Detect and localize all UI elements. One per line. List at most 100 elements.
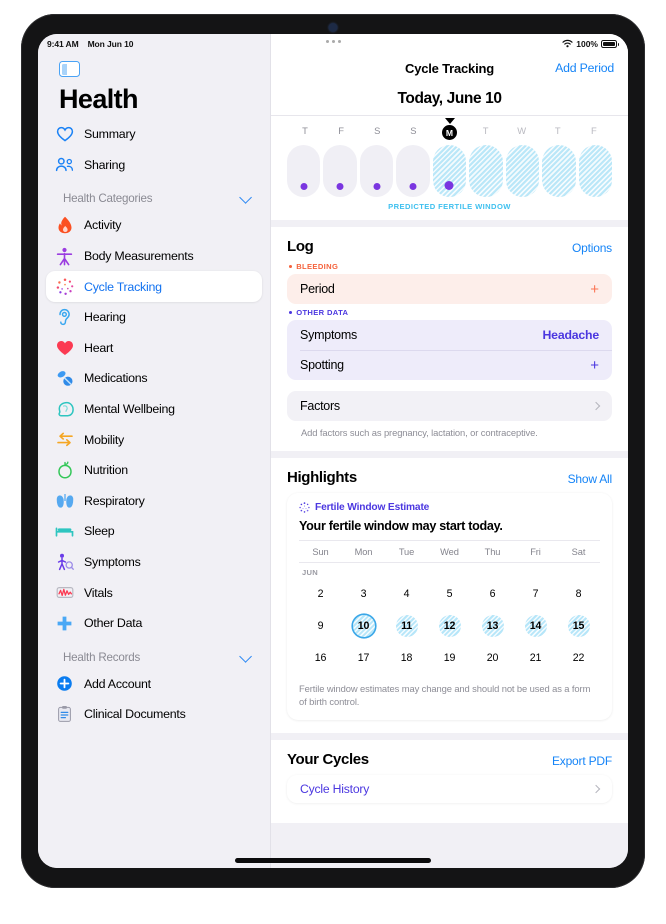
arrows-mobility-icon <box>55 430 74 449</box>
clipboard-icon <box>55 705 74 724</box>
calendar-day: 5 <box>446 588 453 600</box>
sidebar-item-mobility[interactable]: Mobility <box>46 424 262 455</box>
your-cycles-section: Your Cycles Export PDF Cycle History <box>271 739 628 823</box>
calendar-cell[interactable]: 5 <box>428 579 471 609</box>
fertile-window-card[interactable]: Fertile Window Estimate Your fertile win… <box>287 493 612 720</box>
cycle-dots-small-icon <box>299 502 310 513</box>
sidebar-item-nutrition[interactable]: Nutrition <box>46 455 262 486</box>
calendar-cell[interactable]: 17 <box>342 643 385 673</box>
show-all-button[interactable]: Show All <box>568 472 613 486</box>
sidebar-toggle-icon[interactable] <box>59 61 80 77</box>
calendar-cell[interactable]: 22 <box>557 643 600 673</box>
sidebar-item-clinical-documents[interactable]: Clinical Documents <box>46 699 262 730</box>
calendar-cell[interactable]: 3 <box>342 579 385 609</box>
flame-icon <box>55 216 74 235</box>
calendar-cell[interactable]: 7 <box>514 579 557 609</box>
calendar-cell[interactable]: 6 <box>471 579 514 609</box>
log-row-value: Headache <box>542 328 600 342</box>
cycle-strip-day-pill[interactable] <box>578 145 612 197</box>
sidebar-item-label: Summary <box>84 127 136 142</box>
today-triangle-icon <box>444 118 455 124</box>
calendar-cell[interactable]: 10 <box>342 611 385 641</box>
cycle-strip-day-pill[interactable] <box>396 145 430 197</box>
cycle-strip-day-pill[interactable] <box>542 145 576 197</box>
calendar-day-today: 10 <box>352 615 375 637</box>
calendar-weekday-header: Sat <box>571 547 586 557</box>
calendar-day: 3 <box>360 588 367 600</box>
add-spotting-plus-icon[interactable]: + <box>590 358 599 373</box>
sidebar-group-health-categories[interactable]: Health Categories <box>46 180 262 210</box>
cycle-strip-card: T F S S M T W T F PREDICTED FERTILE WINDOW <box>271 115 628 220</box>
more-dots-icon[interactable] <box>326 40 341 43</box>
sidebar-item-heart[interactable]: Heart <box>46 333 262 364</box>
status-right: 100% <box>562 38 619 49</box>
detail-status-bar: 100% <box>271 34 628 52</box>
cycle-strip-day-pill[interactable] <box>323 145 357 197</box>
factors-helper-text: Add factors such as pregnancy, lactation… <box>301 427 538 438</box>
log-row-period[interactable]: Period + <box>287 274 612 304</box>
cycle-strip-day-pill[interactable] <box>469 145 503 197</box>
calendar-cell[interactable]: 12 <box>428 611 471 641</box>
sidebar-item-hearing[interactable]: Hearing <box>46 302 262 333</box>
sidebar: 9:41 AM Mon Jun 10 Health Summary Sharin… <box>38 34 271 868</box>
add-period-plus-icon[interactable]: + <box>590 282 599 297</box>
sidebar-item-mental-wellbeing[interactable]: Mental Wellbeing <box>46 394 262 425</box>
sidebar-item-label: Sharing <box>84 157 125 172</box>
calendar-cell[interactable]: 18 <box>385 643 428 673</box>
calendar-weekday-header: Tue <box>398 547 415 557</box>
calendar-cell[interactable]: 19 <box>428 643 471 673</box>
sidebar-item-respiratory[interactable]: Respiratory <box>46 486 262 517</box>
cycle-strip-day-pill[interactable] <box>432 145 467 197</box>
export-pdf-button[interactable]: Export PDF <box>552 754 612 768</box>
cycle-strip-day-pill[interactable] <box>505 145 540 197</box>
sidebar-item-activity[interactable]: Activity <box>46 210 262 241</box>
log-options-button[interactable]: Options <box>572 241 612 255</box>
screen: 9:41 AM Mon Jun 10 Health Summary Sharin… <box>38 34 628 868</box>
calendar-cell[interactable]: 4 <box>385 579 428 609</box>
sidebar-item-sleep[interactable]: Sleep <box>46 516 262 547</box>
log-row-factors[interactable]: Factors <box>287 391 612 421</box>
sidebar-item-add-account[interactable]: Add Account <box>46 669 262 700</box>
calendar-cell[interactable]: 8 <box>557 579 600 609</box>
cycle-strip-day-pill[interactable] <box>287 145 321 197</box>
calendar-cell[interactable]: 20 <box>471 643 514 673</box>
fertile-window-caption: PREDICTED FERTILE WINDOW <box>388 202 511 211</box>
sidebar-group-health-records[interactable]: Health Records <box>46 639 262 669</box>
home-indicator[interactable] <box>235 858 431 863</box>
calendar-body: JUN 2 3 4 5 6 7 8 9 10 11 12 13 14 15 16 17 18 19 20 21 22 <box>299 562 600 673</box>
log-row-symptoms[interactable]: Symptoms Headache <box>287 320 612 350</box>
cycle-strip-day-pill[interactable] <box>359 145 394 197</box>
calendar-cell[interactable]: 16 <box>299 643 342 673</box>
sidebar-item-sharing[interactable]: Sharing <box>46 150 262 181</box>
sidebar-item-vitals[interactable]: Vitals <box>46 577 262 608</box>
your-cycles-header: Your Cycles Export PDF <box>287 751 612 768</box>
plus-circle-icon <box>55 674 74 693</box>
log-row-spotting[interactable]: Spotting + <box>287 350 612 380</box>
sidebar-item-summary[interactable]: Summary <box>46 119 262 150</box>
log-title: Log <box>287 238 314 255</box>
cycle-dots-icon <box>55 277 74 296</box>
calendar-cell[interactable]: 21 <box>514 643 557 673</box>
sidebar-item-label: Sleep <box>84 524 115 539</box>
battery-percent: 100% <box>576 38 598 49</box>
calendar-cell[interactable]: 14 <box>514 611 557 641</box>
cycle-strip-pills <box>287 140 612 197</box>
calendar-cell[interactable]: 13 <box>471 611 514 641</box>
calendar-cell[interactable]: 2 <box>299 579 342 609</box>
sidebar-item-symptoms[interactable]: Symptoms <box>46 547 262 578</box>
sidebar-item-label: Body Measurements <box>84 249 194 264</box>
calendar-cell[interactable]: 9 <box>299 611 342 641</box>
calendar-cell[interactable]: 11 <box>385 611 428 641</box>
cycle-history-row[interactable]: Cycle History <box>287 775 612 803</box>
chevron-down-icon[interactable] <box>239 191 252 204</box>
sidebar-item-other-data[interactable]: Other Data <box>46 608 262 639</box>
add-period-button[interactable]: Add Period <box>555 61 614 75</box>
chevron-down-icon[interactable] <box>239 649 252 663</box>
bleeding-sublabel-text: BLEEDING <box>296 262 339 271</box>
sidebar-item-cycle-tracking[interactable]: Cycle Tracking <box>46 271 262 302</box>
calendar-cell[interactable]: 15 <box>557 611 600 641</box>
chevron-right-icon <box>591 784 601 793</box>
sidebar-item-medications[interactable]: Medications <box>46 363 262 394</box>
sidebar-item-body-measurements[interactable]: Body Measurements <box>46 241 262 272</box>
log-header: Log Options <box>287 238 612 255</box>
